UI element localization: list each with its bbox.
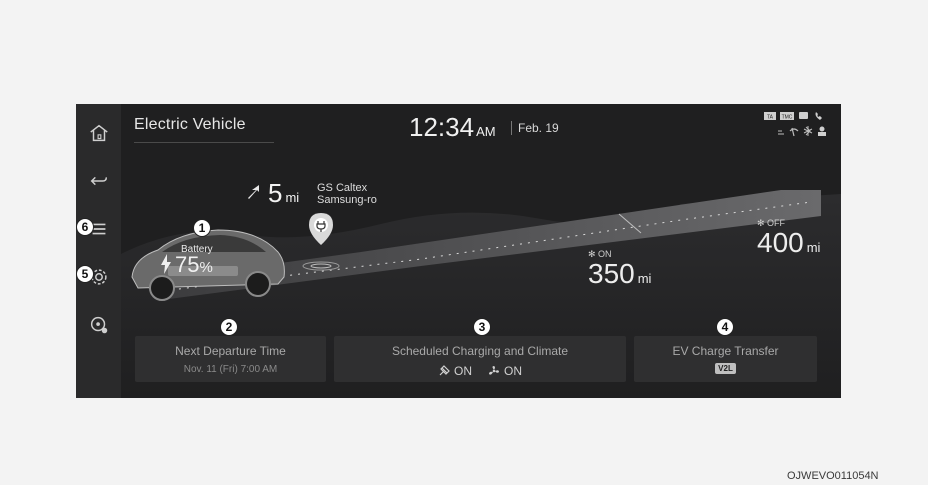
page-title: Electric Vehicle xyxy=(134,116,246,133)
media-disc-icon[interactable] xyxy=(86,312,112,338)
battery-percent-value: 75 xyxy=(175,252,200,277)
callout-4: 4 xyxy=(716,318,734,336)
fan-icon xyxy=(489,366,499,375)
next-departure-card[interactable]: Next Departure Time Nov. 11 (Fri) 7:00 A… xyxy=(135,336,326,382)
range-ac-off-number: 400 xyxy=(757,227,804,258)
callout-6: 6 xyxy=(76,218,94,236)
phone-icon xyxy=(815,112,822,120)
back-icon[interactable] xyxy=(86,168,112,194)
callout-1: 1 xyxy=(193,219,211,237)
range-ac-on-value: 350 mi xyxy=(588,260,651,293)
nav-station[interactable]: GS Caltex Samsung-ro xyxy=(317,182,377,206)
nav-station-name: GS Caltex xyxy=(317,182,368,194)
range-ac-off-unit: mi xyxy=(806,240,821,255)
signal-icon xyxy=(778,130,784,135)
nav-distance-value: 5 xyxy=(268,178,283,208)
callout-3: 3 xyxy=(473,318,491,336)
title-divider xyxy=(134,142,274,143)
bluetooth-icon xyxy=(803,126,813,136)
tmc-label: TMC xyxy=(782,115,793,121)
battery-percent: 75% xyxy=(175,252,213,278)
ev-screen: Electric Vehicle 12:34 AM Feb. 19 TA TMC … xyxy=(76,104,841,398)
nav-distance-unit: mi xyxy=(285,190,300,205)
status-bar-icons: TA TMC xyxy=(764,112,834,144)
charge-status-text: ON xyxy=(454,364,472,378)
ev-charge-transfer-title: EV Charge Transfer xyxy=(672,344,779,358)
climate-status: ON xyxy=(488,364,522,378)
range-ac-off-value: 400 mi xyxy=(757,229,820,262)
ev-charge-transfer-card[interactable]: EV Charge Transfer V2L xyxy=(634,336,817,382)
scheduled-status-row: ON ON xyxy=(334,364,626,378)
range-ac-on-unit: mi xyxy=(637,271,652,286)
image-code: OJWEVO011054N xyxy=(787,470,879,482)
range-ac-on-number: 350 xyxy=(588,258,635,289)
clock-ampm: AM xyxy=(476,124,496,139)
callout-2: 2 xyxy=(220,318,238,336)
nav-distance: 5 mi xyxy=(268,178,299,209)
clock: 12:34 AM xyxy=(409,112,496,143)
turn-arrow-icon xyxy=(248,185,259,199)
battery-percent-sign: % xyxy=(199,259,213,276)
ta-label: TA xyxy=(767,115,774,121)
wireless-icon xyxy=(789,127,799,137)
charging-plug-icon xyxy=(439,365,450,376)
message-icon xyxy=(799,112,808,119)
next-departure-title: Next Departure Time xyxy=(175,344,286,358)
range-ac-off: ✻ OFF 400 mi xyxy=(757,218,820,262)
tmc-icon: TMC xyxy=(780,112,794,121)
next-departure-time: Nov. 11 (Fri) 7:00 AM xyxy=(183,364,278,375)
charging-station-pin-icon[interactable] xyxy=(308,212,334,246)
lightning-bolt-icon xyxy=(161,254,171,274)
date: Feb. 19 xyxy=(518,121,559,135)
scheduled-charging-card[interactable]: Scheduled Charging and Climate ON ON xyxy=(334,336,626,382)
sidebar xyxy=(76,104,121,398)
clock-time: 12:34 xyxy=(409,112,475,142)
charge-status: ON xyxy=(438,364,472,378)
home-icon[interactable] xyxy=(86,120,112,146)
scheduled-charging-title: Scheduled Charging and Climate xyxy=(391,344,569,358)
nav-station-street: Samsung-ro xyxy=(317,194,377,206)
v2l-badge: V2L xyxy=(715,363,736,374)
clock-divider xyxy=(511,121,512,135)
callout-5: 5 xyxy=(76,265,94,283)
ta-icon: TA xyxy=(764,112,776,121)
user-icon xyxy=(818,126,826,136)
climate-status-text: ON xyxy=(504,364,522,378)
range-ac-on: ✻ ON 350 mi xyxy=(588,249,651,293)
